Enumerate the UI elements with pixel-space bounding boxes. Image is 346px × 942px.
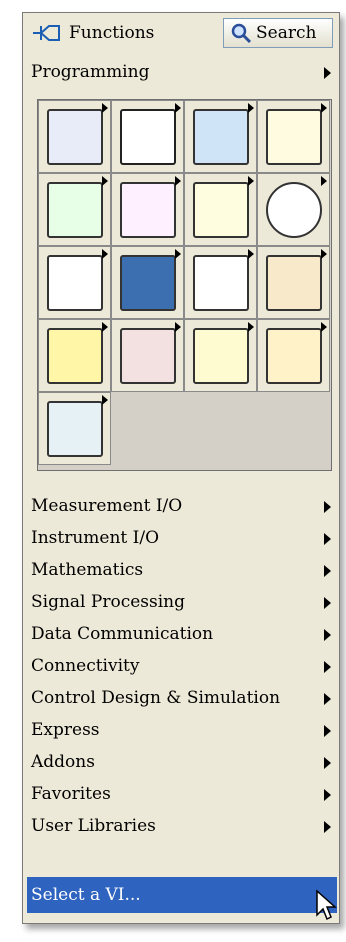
programming-icon-grid	[37, 99, 332, 471]
submenu-arrow-icon	[175, 103, 181, 113]
tile-app-control[interactable]	[257, 246, 330, 319]
menu-item-label: Control Design & Simulation	[31, 688, 281, 708]
mouse-pointer-icon	[316, 889, 337, 921]
submenu-arrow-icon	[102, 322, 108, 332]
structures-icon	[47, 109, 103, 165]
tile-graphics-sound[interactable]	[111, 319, 184, 392]
submenu-arrow-icon	[324, 821, 331, 833]
menu-item[interactable]: Addons	[31, 747, 331, 777]
menu-item[interactable]: Instrument I/O	[31, 523, 331, 553]
submenu-arrow-icon	[175, 249, 181, 259]
file-io-icon	[120, 255, 176, 311]
submenu-arrow-icon	[248, 176, 254, 186]
tile-measurement[interactable]	[38, 392, 111, 465]
menu-item-label: Addons	[31, 752, 95, 772]
tile-structures[interactable]	[38, 100, 111, 173]
submenu-arrow-icon	[321, 322, 327, 332]
palette-header: Functions Search	[23, 13, 339, 51]
tile-numeric[interactable]	[257, 100, 330, 173]
tile-timing[interactable]	[257, 173, 330, 246]
submenu-arrow-icon	[324, 725, 331, 737]
submenu-arrow-icon	[324, 597, 331, 609]
tile-file-io[interactable]	[111, 246, 184, 319]
menu-item-label: Mathematics	[31, 560, 144, 580]
select-vi-label: Select a VI...	[31, 885, 141, 905]
report-generation-icon	[193, 328, 249, 384]
tile-dialog-ui[interactable]	[38, 246, 111, 319]
tile-cluster[interactable]	[184, 100, 257, 173]
submenu-arrow-icon	[324, 533, 331, 545]
menu-item[interactable]: User Libraries	[31, 811, 331, 841]
submenu-arrow-icon	[324, 501, 331, 513]
sync-icon	[47, 328, 103, 384]
functions-palette: Functions Search Programming Measurement…	[22, 12, 340, 924]
menu-item[interactable]: Measurement I/O	[31, 491, 331, 521]
menu-item-select-vi[interactable]: Select a VI...	[27, 877, 337, 913]
waveform-icon	[193, 255, 249, 311]
string-icon	[120, 182, 176, 238]
submenu-arrow-icon	[248, 322, 254, 332]
array-icon	[120, 109, 176, 165]
submenu-arrow-icon	[324, 757, 331, 769]
submenu-arrow-icon	[324, 661, 331, 673]
submenu-arrow-icon	[324, 693, 331, 705]
search-button[interactable]: Search	[223, 18, 333, 48]
app-control-icon	[266, 255, 322, 311]
menu-item[interactable]: Signal Processing	[31, 587, 331, 617]
tile-comparison[interactable]	[184, 173, 257, 246]
menu-item-label: Favorites	[31, 784, 111, 804]
pin-icon	[33, 25, 60, 41]
search-label: Search	[256, 23, 317, 43]
submenu-arrow-icon	[102, 103, 108, 113]
submenu-arrow-icon	[321, 103, 327, 113]
menu-item[interactable]: Favorites	[31, 779, 331, 809]
menu-item-label: User Libraries	[31, 816, 156, 836]
comparison-icon	[193, 182, 249, 238]
tile-sync[interactable]	[38, 319, 111, 392]
menu-item[interactable]: Data Communication	[31, 619, 331, 649]
submenu-arrow-icon	[175, 176, 181, 186]
submenu-arrow-icon	[321, 249, 327, 259]
tile-waveform[interactable]	[184, 246, 257, 319]
submenu-arrow-icon	[102, 249, 108, 259]
menu-item[interactable]: Connectivity	[31, 651, 331, 681]
menu-item[interactable]: Express	[31, 715, 331, 745]
submenu-arrow-icon	[175, 322, 181, 332]
cluster-icon	[193, 109, 249, 165]
menu-item-label: Express	[31, 720, 100, 740]
tile-boolean[interactable]	[38, 173, 111, 246]
menu-item-label: Signal Processing	[31, 592, 185, 612]
functions-title[interactable]: Functions	[31, 19, 154, 47]
boolean-icon	[47, 182, 103, 238]
submenu-arrow-icon	[324, 789, 331, 801]
tile-report-generation[interactable]	[184, 319, 257, 392]
tile-string[interactable]	[111, 173, 184, 246]
programming-label: Programming	[31, 62, 150, 82]
menu-item-programming[interactable]: Programming	[31, 57, 331, 87]
measurement-icon	[47, 401, 103, 457]
submenu-arrow-icon	[324, 565, 331, 577]
magnifier-icon	[231, 23, 252, 44]
menu-item-label: Measurement I/O	[31, 496, 183, 516]
state-diagram-icon	[266, 328, 322, 384]
submenu-arrow-icon	[248, 103, 254, 113]
menu-item-label: Data Communication	[31, 624, 214, 644]
numeric-icon	[266, 109, 322, 165]
menu-item-label: Instrument I/O	[31, 528, 160, 548]
tile-array[interactable]	[111, 100, 184, 173]
tile-state-diagram[interactable]	[257, 319, 330, 392]
submenu-arrow-icon	[321, 176, 327, 186]
menu-item[interactable]: Mathematics	[31, 555, 331, 585]
dialog-ui-icon	[47, 255, 103, 311]
graphics-sound-icon	[120, 328, 176, 384]
submenu-arrow-icon	[102, 395, 108, 405]
menu-item-label: Connectivity	[31, 656, 140, 676]
submenu-arrow-icon	[324, 629, 331, 641]
submenu-arrow-icon	[324, 67, 331, 79]
submenu-arrow-icon	[102, 176, 108, 186]
functions-label: Functions	[69, 23, 155, 43]
menu-item[interactable]: Control Design & Simulation	[31, 683, 331, 713]
timing-icon	[266, 182, 322, 238]
submenu-arrow-icon	[248, 249, 254, 259]
